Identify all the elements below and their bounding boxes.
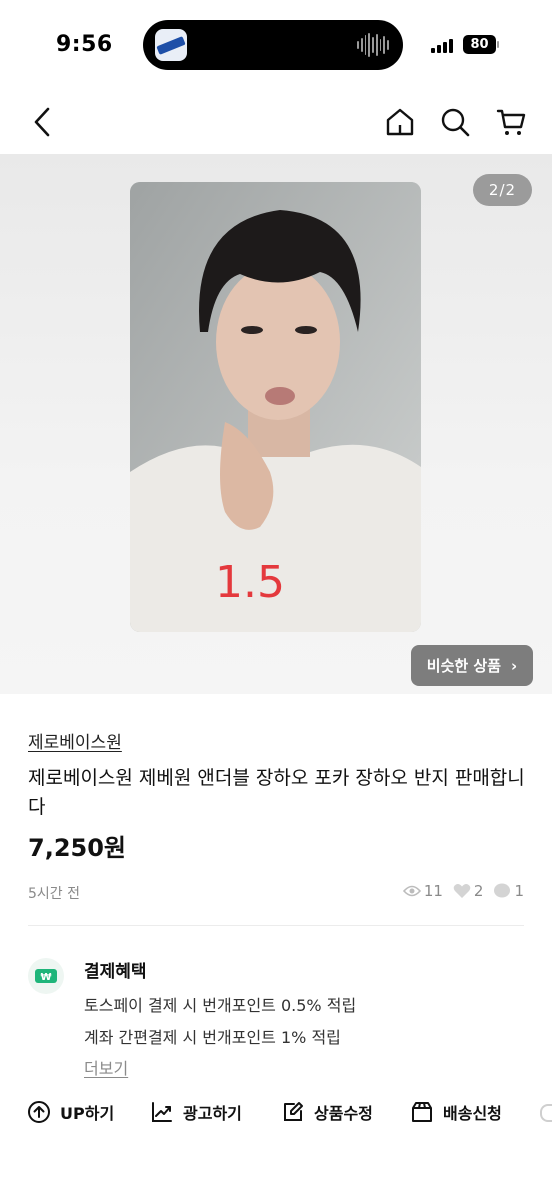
advertise-button[interactable]: 광고하기 xyxy=(150,1100,242,1124)
product-price: 7,250원 xyxy=(28,834,126,862)
likes-stat: 2 xyxy=(453,882,484,900)
app-icon xyxy=(155,29,187,61)
views-count: 11 xyxy=(423,882,443,900)
search-icon xyxy=(441,108,470,137)
image-counter-badge: 2/2 xyxy=(473,174,532,206)
home-button[interactable] xyxy=(380,102,420,142)
likes-count: 2 xyxy=(473,882,484,900)
product-title: 제로베이스원 제베원 앤더블 장하오 포카 장하오 반지 판매합니다 xyxy=(28,767,525,818)
top-nav xyxy=(0,92,552,152)
payment-benefit-icon: ₩ xyxy=(28,958,64,994)
advertise-label: 광고하기 xyxy=(183,1104,242,1123)
handwritten-price: 1.5 xyxy=(215,557,285,608)
similar-products-label: 비슷한 상품 xyxy=(426,657,502,675)
dynamic-island xyxy=(143,20,403,70)
box-icon xyxy=(412,1102,432,1122)
edit-product-label: 상품수정 xyxy=(314,1104,373,1123)
product-stats: 11 2 1 xyxy=(402,882,524,900)
benefit-line-toss: 토스페이 결제 시 번개포인트 0.5% 적립 xyxy=(84,996,357,1015)
audio-wave-icon xyxy=(357,32,390,58)
cart-icon xyxy=(496,109,526,135)
seller-actions: UP하기 광고하기 상품수정 배송신청 xyxy=(0,1096,552,1136)
status-time: 9:56 xyxy=(56,32,113,57)
up-button[interactable]: UP하기 xyxy=(27,1100,114,1124)
svg-text:₩: ₩ xyxy=(40,972,51,983)
cart-button[interactable] xyxy=(491,102,531,142)
eye-icon xyxy=(402,885,421,897)
store-name-link[interactable]: 제로베이스원 xyxy=(28,728,122,753)
chevron-left-icon xyxy=(34,107,50,137)
edit-icon xyxy=(284,1102,303,1121)
trend-chart-icon xyxy=(152,1102,172,1122)
chats-stat: 1 xyxy=(493,882,524,900)
next-action-peek xyxy=(540,1104,552,1122)
views-stat: 11 xyxy=(402,882,443,900)
benefit-title: 결제혜택 xyxy=(84,962,147,982)
chat-bubble-icon xyxy=(494,883,511,898)
heart-icon xyxy=(453,884,471,898)
chats-count: 1 xyxy=(514,882,524,900)
product-photo[interactable]: 1.5 xyxy=(130,182,421,632)
shipping-request-label: 배송신청 xyxy=(443,1104,502,1123)
search-button[interactable] xyxy=(435,102,475,142)
product-gallery[interactable]: 1.5 2/2 비슷한 상품 › xyxy=(0,154,552,694)
photocard-image: 1.5 xyxy=(130,182,421,632)
home-icon xyxy=(386,108,414,136)
arrow-up-circle-icon xyxy=(28,1101,50,1123)
battery-tip xyxy=(497,41,499,48)
benefit-line-account: 계좌 간편결제 시 번개포인트 1% 적립 xyxy=(84,1028,341,1047)
battery-icon: 80 xyxy=(463,35,496,54)
similar-products-button[interactable]: 비슷한 상품 › xyxy=(411,645,533,686)
edit-product-button[interactable]: 상품수정 xyxy=(281,1100,373,1124)
signal-icon xyxy=(431,37,457,53)
status-bar: 9:56 80 xyxy=(0,0,552,90)
more-link[interactable]: 더보기 xyxy=(84,1055,128,1079)
shipping-request-button[interactable]: 배송신청 xyxy=(410,1100,502,1124)
section-divider xyxy=(28,925,524,926)
posted-time: 5시간 전 xyxy=(28,886,80,902)
back-button[interactable] xyxy=(22,102,62,142)
up-label: UP하기 xyxy=(60,1104,115,1123)
chevron-right-icon: › xyxy=(511,656,518,675)
